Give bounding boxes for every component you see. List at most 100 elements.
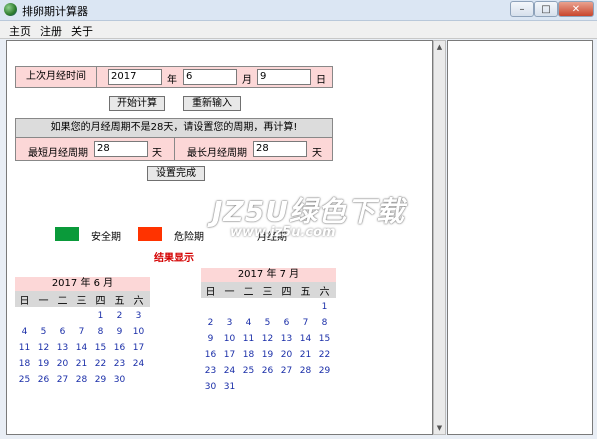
calendar-day[interactable]: 7 [296,318,315,328]
calendar-day[interactable]: 8 [91,327,110,337]
calendar-day[interactable]: 11 [15,343,34,353]
calendar-day[interactable]: 31 [220,382,239,392]
month-input[interactable]: 6 [183,69,237,85]
calendar-day[interactable]: 14 [296,334,315,344]
calendar-day[interactable]: 3 [129,311,148,321]
vertical-scrollbar[interactable]: ▲ ▼ [433,40,446,435]
calendar-day[interactable]: 9 [110,327,129,337]
settings-done-button[interactable]: 设置完成 [147,166,205,181]
menu-register[interactable]: 注册 [40,23,62,39]
calendar-day[interactable]: 19 [258,350,277,360]
calendar-day[interactable]: 4 [15,327,34,337]
calendar-day[interactable]: 24 [220,366,239,376]
reset-button[interactable]: 重新输入 [183,96,241,111]
maximize-button[interactable]: □ [534,1,558,17]
side-panel [447,40,593,435]
calendar-day[interactable]: 2 [201,318,220,328]
calendar-day[interactable]: 16 [201,350,220,360]
calendar-day[interactable]: 15 [91,343,110,353]
calendar-day[interactable]: 13 [277,334,296,344]
watermark-url: www.jz5u.com [230,225,336,240]
calendar-day[interactable]: 18 [239,350,258,360]
cycle-divider [174,138,175,160]
calendar-day[interactable]: 16 [110,343,129,353]
menu-about[interactable]: 关于 [71,23,93,39]
min-cycle-label: 最短月经周期 [28,148,88,159]
weekday-header: 三 [262,287,273,298]
day-input[interactable]: 9 [257,69,311,85]
minimize-button[interactable]: – [510,1,534,17]
start-calc-button[interactable]: 开始计算 [109,96,165,111]
calendar-days: 1 2 3 4 5 6 7 8 9 10 11 12 13 14 15 16 17 18 19 20 21 22 23 24 2… [201,298,336,398]
calendar-day[interactable]: 6 [277,318,296,328]
weekday-header: 四 [281,287,292,298]
calendar-day[interactable]: 30 [110,375,129,385]
calendar-day[interactable]: 22 [315,350,334,360]
safe-period-swatch [55,227,79,241]
calendar-day[interactable]: 27 [53,375,72,385]
window-title: 排卵期计算器 [22,5,88,18]
calendar-day[interactable]: 29 [315,366,334,376]
calendar-day[interactable]: 24 [129,359,148,369]
calendar-day[interactable]: 6 [53,327,72,337]
calendar-day[interactable]: 12 [258,334,277,344]
calendar-day[interactable]: 28 [296,366,315,376]
calendar-june: 2017 年 6 月 日一二三四五六 1 2 3 4 5 6 7 8 9 10 11 12 13 14 15… [15,277,150,391]
calendar-day[interactable]: 22 [91,359,110,369]
scroll-up-arrow-icon[interactable]: ▲ [434,41,445,53]
weekday-header: 五 [114,296,125,307]
calendar-day[interactable]: 23 [110,359,129,369]
calendar-day[interactable]: 21 [296,350,315,360]
min-cycle-input[interactable]: 28 [94,141,148,157]
calendar-july: 2017 年 7 月 日一二三四五六 1 2 3 4 5 6 7 8 9 10 11 12 13 14 15… [201,268,336,398]
calendar-day[interactable]: 1 [315,302,334,312]
calendar-day[interactable]: 20 [53,359,72,369]
calendar-day[interactable]: 20 [277,350,296,360]
calendar-days: 1 2 3 4 5 6 7 8 9 10 11 12 13 14 15 16 17 18 19 20 21 22 23 24 2… [15,307,150,391]
calendar-day[interactable]: 29 [91,375,110,385]
calendar-day[interactable]: 23 [201,366,220,376]
menu-bar: 主页 注册 关于 [0,21,597,39]
close-button[interactable]: ✕ [558,1,594,17]
calendar-day[interactable]: 5 [258,318,277,328]
weekday-header: 六 [133,296,144,307]
calendar-day[interactable]: 21 [72,359,91,369]
calendar-day[interactable]: 28 [72,375,91,385]
cycle-notice: 如果您的月经周期不是28天，请设置您的周期，再计算! [15,118,333,138]
calendar-day[interactable]: 4 [239,318,258,328]
calendar-day[interactable]: 14 [72,343,91,353]
min-cycle-unit: 天 [152,148,162,159]
calendar-day[interactable]: 17 [129,343,148,353]
calendar-day[interactable]: 25 [15,375,34,385]
title-bar: 排卵期计算器 – □ ✕ [0,0,597,21]
weekday-header: 五 [300,287,311,298]
calendar-title: 2017 年 7 月 [201,268,336,282]
menu-home[interactable]: 主页 [9,23,31,39]
weekday-header: 四 [95,296,106,307]
calendar-day[interactable]: 15 [315,334,334,344]
calendar-day[interactable]: 7 [72,327,91,337]
calendar-day[interactable]: 12 [34,343,53,353]
danger-period-label: 危险期 [174,232,204,243]
calendar-day[interactable]: 9 [201,334,220,344]
calendar-day[interactable]: 18 [15,359,34,369]
year-input[interactable]: 2017 [108,69,162,85]
calendar-day[interactable]: 10 [220,334,239,344]
calendar-day[interactable]: 2 [110,311,129,321]
calendar-day[interactable]: 30 [201,382,220,392]
calendar-day[interactable]: 26 [34,375,53,385]
calendar-day[interactable]: 26 [258,366,277,376]
calendar-day[interactable]: 1 [91,311,110,321]
calendar-day[interactable]: 5 [34,327,53,337]
calendar-day[interactable]: 3 [220,318,239,328]
calendar-day[interactable]: 17 [220,350,239,360]
calendar-day[interactable]: 8 [315,318,334,328]
calendar-day[interactable]: 10 [129,327,148,337]
max-cycle-input[interactable]: 28 [253,141,307,157]
scroll-down-arrow-icon[interactable]: ▼ [434,422,445,434]
calendar-day[interactable]: 13 [53,343,72,353]
calendar-day[interactable]: 27 [277,366,296,376]
calendar-day[interactable]: 11 [239,334,258,344]
calendar-day[interactable]: 19 [34,359,53,369]
calendar-day[interactable]: 25 [239,366,258,376]
